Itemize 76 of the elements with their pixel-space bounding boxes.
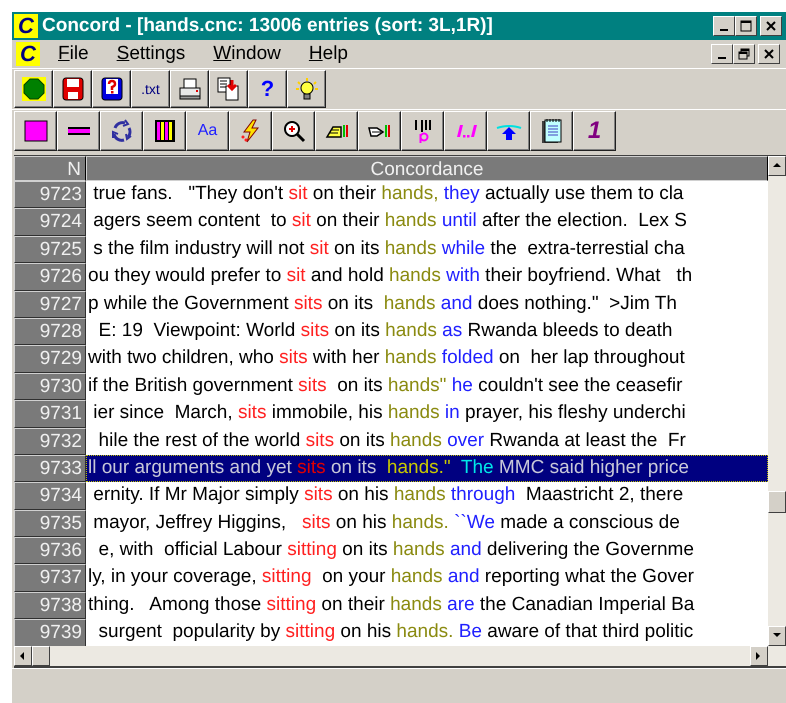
row-number: 9728	[14, 318, 86, 346]
menu-item[interactable]: Window	[203, 43, 291, 65]
pointing-hand-icon	[368, 123, 392, 139]
row-number: 9737	[14, 564, 86, 592]
column-header[interactable]: Concordance	[86, 156, 768, 181]
minimize-button[interactable]	[713, 16, 735, 36]
toolbar-button[interactable]	[315, 111, 358, 151]
row-number: 9738	[14, 592, 86, 620]
square-icon	[24, 120, 48, 142]
toolbar-button[interactable]: .txt	[131, 70, 170, 108]
row-number: 9735	[14, 510, 86, 538]
menu-item[interactable]: Help	[298, 43, 358, 65]
maximize-icon	[740, 20, 752, 32]
toolbar-button[interactable]: Aa	[186, 111, 229, 151]
row-number: 9723	[14, 181, 86, 208]
toolbar-button[interactable]	[14, 111, 57, 151]
menu-item[interactable]: Settings	[106, 43, 196, 65]
toolbar-button[interactable]	[272, 111, 315, 151]
printer-icon	[178, 78, 202, 100]
close-icon	[766, 21, 776, 31]
toolbar-button[interactable]	[530, 111, 573, 151]
row-number: 9725	[14, 236, 86, 264]
close-button[interactable]	[758, 44, 780, 64]
vertical-scrollbar[interactable]	[768, 156, 786, 646]
toolbar-button[interactable]	[14, 70, 53, 108]
toolbar-button[interactable]	[444, 111, 487, 151]
row-number: 9731	[14, 400, 86, 428]
copy-icon	[216, 77, 240, 101]
row-number: 9733	[14, 454, 86, 482]
lightbulb-icon	[294, 77, 318, 101]
minimize-icon	[718, 57, 726, 59]
toolbar-button[interactable]	[401, 111, 444, 151]
column-header[interactable]: N	[14, 156, 86, 181]
horizontal-scrollbar[interactable]	[14, 646, 786, 668]
menu-item[interactable]: File	[48, 43, 99, 65]
row-number: 9739	[14, 619, 86, 646]
minimize-button[interactable]	[711, 44, 733, 64]
toolbar-button[interactable]	[229, 111, 272, 151]
bars-icon	[412, 119, 432, 143]
minimize-icon	[720, 29, 728, 31]
document-logo: C	[16, 42, 40, 66]
row-number: 9732	[14, 428, 86, 455]
scroll-thumb[interactable]	[32, 646, 50, 666]
notepad-icon	[540, 118, 562, 144]
window-title: Concord - [hands.cnc: 13006 entries (sort: 3L,1R)]	[42, 15, 494, 37]
toolbar-button[interactable]	[358, 111, 401, 151]
octagon-icon	[22, 77, 46, 101]
toolbar-button[interactable]	[209, 70, 248, 108]
toolbar-button[interactable]	[170, 70, 209, 108]
restore-icon	[738, 48, 750, 60]
row-number: 9724	[14, 208, 86, 236]
row-number: 9734	[14, 482, 86, 510]
row-number: 9729	[14, 345, 86, 373]
pointing-hand-icon	[324, 123, 348, 139]
toolbar-button[interactable]	[487, 111, 530, 151]
row-number: 9727	[14, 290, 86, 318]
row-number: 9726	[14, 263, 86, 291]
toolbar-button[interactable]	[287, 70, 326, 108]
toolbar-button[interactable]	[57, 111, 100, 151]
toolbar-button[interactable]	[53, 70, 92, 108]
app-logo: C	[14, 14, 38, 38]
toolbar-button[interactable]: 1	[573, 111, 616, 151]
toolbar-button[interactable]	[143, 111, 186, 151]
scroll-thumb[interactable]	[768, 491, 786, 514]
toolbar-button[interactable]	[92, 70, 131, 108]
close-icon	[764, 49, 774, 59]
row-number: 9730	[14, 372, 86, 400]
stripes-icon	[154, 120, 174, 142]
toolbar-button[interactable]	[100, 111, 143, 151]
zoom-icon	[282, 119, 306, 143]
maximize-button[interactable]	[735, 16, 757, 36]
close-button[interactable]	[760, 16, 782, 36]
restore-button[interactable]	[733, 44, 755, 64]
toolbar-button[interactable]: ?	[248, 70, 287, 108]
circular-arrows-icon	[110, 119, 134, 143]
row-number: 9736	[14, 537, 86, 564]
